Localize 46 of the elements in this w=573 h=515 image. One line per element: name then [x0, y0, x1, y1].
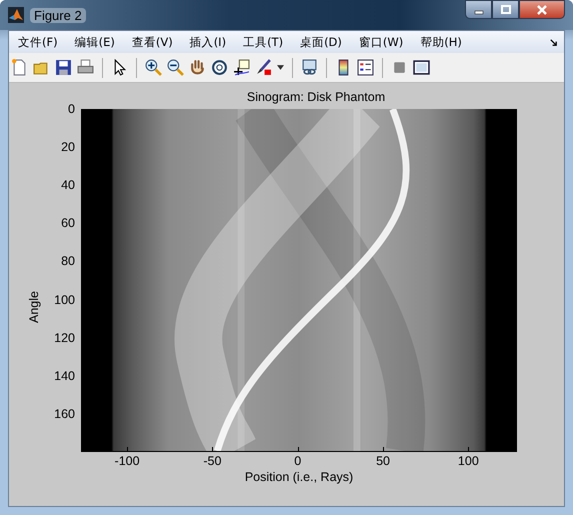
x-axis-label: Position (i.e., Rays) [244, 470, 354, 484]
menu-item[interactable]: 查看(V) [126, 34, 179, 50]
data-cursor-icon[interactable] [233, 59, 250, 76]
y-tick-label: 100 [54, 292, 75, 307]
x-tick-label: -100 [114, 454, 140, 468]
x-tick-label: 50 [376, 454, 390, 468]
zoom-in-icon[interactable] [145, 59, 162, 76]
x-tick-label: -50 [203, 454, 222, 468]
zoom-out-icon[interactable] [167, 59, 184, 76]
maximize-icon [500, 4, 512, 14]
legend-icon[interactable] [357, 59, 374, 76]
y-tick-label: 0 [68, 102, 75, 116]
y-tick-label: 20 [61, 140, 75, 154]
link-icon[interactable] [301, 59, 318, 76]
menu-item[interactable]: 工具(T) [237, 34, 290, 50]
y-tick-label: 120 [54, 330, 75, 345]
y-tick-label: 80 [61, 254, 75, 268]
menu-item[interactable]: 帮助(H) [414, 34, 468, 50]
dock-arrow-icon[interactable] [549, 38, 558, 46]
plot-tools-icon[interactable] [413, 59, 430, 76]
plot-title: Sinogram: Disk Phantom [246, 89, 386, 105]
window-title: Figure 2 [30, 8, 86, 22]
menu-item[interactable]: 窗口(W) [352, 34, 410, 50]
square-icon[interactable] [391, 59, 408, 76]
menu-item[interactable]: 编辑(E) [68, 34, 121, 50]
menu-item[interactable]: 插入(I) [184, 34, 232, 50]
y-axis-label: Angle [27, 290, 41, 322]
y-tick-label: 160 [54, 406, 75, 421]
close-icon [535, 4, 549, 14]
menu-item[interactable]: 文件(F) [12, 34, 64, 50]
brush-icon[interactable] [255, 59, 272, 76]
y-tick-label: 140 [54, 368, 75, 383]
maximize-button[interactable] [492, 0, 519, 19]
x-tick-label: 0 [294, 454, 302, 468]
caret-icon[interactable] [277, 65, 284, 70]
y-tick-label: 40 [61, 178, 75, 192]
print-icon[interactable] [77, 59, 94, 76]
close-button[interactable] [519, 0, 565, 19]
save-icon[interactable] [55, 59, 72, 76]
menu-item[interactable]: 桌面(D) [294, 34, 348, 50]
hand-icon[interactable] [189, 59, 206, 76]
y-tick-label: 60 [61, 216, 75, 230]
x-tick-label: 100 [458, 454, 479, 468]
matlab-logo-icon [8, 7, 24, 23]
new-file-icon[interactable] [11, 59, 28, 76]
minimize-button[interactable] [465, 0, 492, 19]
